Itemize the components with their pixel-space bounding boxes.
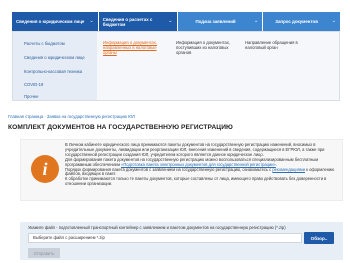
info-text: В Личном кабинете юридического лица прин…	[65, 142, 337, 187]
info-icon: i	[31, 155, 59, 183]
chevron-down-icon: ⌄	[89, 18, 94, 24]
sidebar-item-budget[interactable]: Расчеты с бюджетом	[24, 41, 65, 46]
tab-legal-entity-info[interactable]: Сведения о юридическом лице ⌄	[12, 12, 98, 31]
sidebar-item-legal-entity[interactable]: Сведения о юридическом лице	[24, 55, 85, 60]
page-title: КОМПЛЕКТ ДОКУМЕНТОВ НА ГОСУДАРСТВЕННУЮ Р…	[8, 124, 233, 131]
menu-link-received-documents[interactable]: Информация о документах, поступивших из …	[176, 40, 236, 55]
tab-budget-settlements[interactable]: Сведения о расчетах с бюджетом ⌄	[98, 12, 177, 31]
tab-request-documents[interactable]: Запрос документов ⌄	[263, 12, 340, 31]
info-paragraph: К обработке принимаются только те пакеты…	[65, 176, 327, 187]
menu-link-send-appeal[interactable]: Направление обращения в налоговый орган	[245, 40, 315, 50]
sidebar-item-covid[interactable]: COVID-19	[24, 82, 43, 87]
recommendations-link[interactable]: рекомендациями	[272, 167, 305, 172]
menu-sidebar: Расчеты с бюджетом Сведения о юридическо…	[13, 32, 97, 100]
tab-label: Сведения о юридическом лице	[16, 19, 85, 24]
chevron-down-icon: ⌄	[331, 18, 336, 24]
chevron-down-icon: ⌄	[168, 18, 173, 24]
menu-link-sent-documents[interactable]: Информация о документах, направленных в …	[103, 40, 163, 55]
sidebar-item-cash-registers[interactable]: Контрольно-кассовая техника	[24, 69, 82, 74]
tab-label: Запрос документов	[275, 19, 318, 24]
submit-button[interactable]: Отправить	[28, 248, 60, 258]
info-box: i В Личном кабинете юридического лица пр…	[20, 139, 343, 201]
chevron-down-icon: ⌄	[254, 18, 259, 24]
tab-submit-applications[interactable]: Подача заявлений ⌄	[177, 12, 263, 31]
tab-label: Подача заявлений	[195, 19, 236, 24]
menu-panel: Расчеты с бюджетом Сведения о юридическо…	[12, 31, 340, 101]
upload-label: Укажите файл - подготовленный транспортн…	[28, 225, 286, 230]
tab-label: Сведения о расчетах с бюджетом	[102, 16, 153, 27]
upload-form: Укажите файл - подготовленный транспортн…	[20, 222, 343, 260]
file-input[interactable]: Выберите файл с расширением *.zip	[28, 233, 302, 243]
info-paragraph: В Личном кабинете юридического лица прин…	[65, 142, 325, 157]
info-icon-glyph: i	[42, 158, 48, 179]
top-nav: Сведения о юридическом лице ⌄ Сведения о…	[12, 12, 340, 31]
breadcrumb[interactable]: Главная страница · Заявка на государстве…	[8, 114, 135, 119]
sidebar-item-other[interactable]: Прочее	[24, 94, 38, 99]
browse-button[interactable]: Обзор..	[304, 232, 334, 244]
